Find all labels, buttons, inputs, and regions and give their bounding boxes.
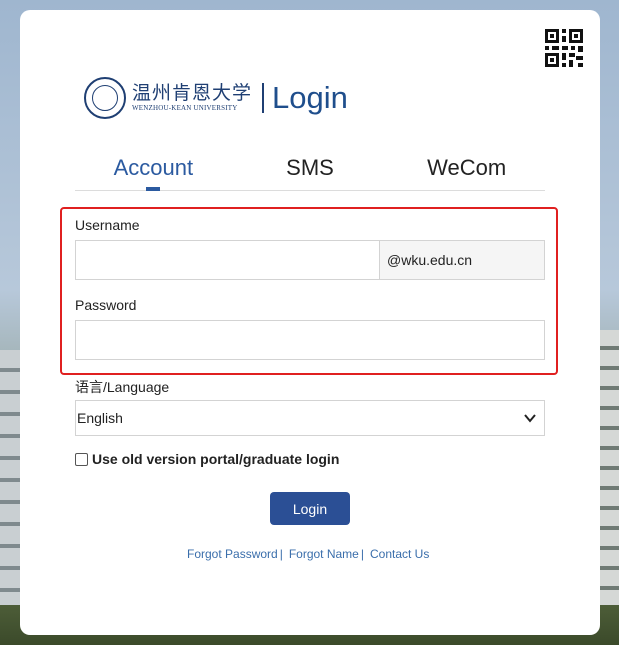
username-label: Username (75, 217, 140, 233)
language-select[interactable]: English (75, 400, 545, 436)
contact-us-link[interactable]: Contact Us (370, 547, 429, 561)
language-label: 语言/Language (75, 379, 170, 395)
link-separator: | (279, 547, 283, 561)
username-input[interactable] (75, 240, 380, 280)
brand-header: 温州肯恩大学 WENZHOU-KEAN UNIVERSITY Login (84, 76, 348, 120)
brand-english-name: WENZHOU-KEAN UNIVERSITY (132, 104, 238, 112)
login-method-tabs: Account SMS WeCom (75, 155, 545, 191)
username-domain-suffix: @wku.edu.cn (379, 240, 545, 280)
forgot-password-link[interactable]: Forgot Password (187, 547, 278, 561)
help-links: Forgot Password | Forgot Name | Contact Us (187, 547, 429, 561)
tab-account[interactable]: Account (75, 155, 232, 191)
old-version-label[interactable]: Use old version portal/graduate login (92, 451, 339, 467)
link-separator: | (360, 547, 364, 561)
qr-code-icon[interactable] (545, 29, 583, 67)
password-input[interactable] (75, 320, 545, 360)
university-seal-icon (84, 77, 126, 119)
old-version-checkbox[interactable] (75, 452, 88, 466)
page-title: Login (272, 80, 348, 115)
brand-logo-text: 温州肯恩大学 WENZHOU-KEAN UNIVERSITY (132, 83, 252, 113)
language-selected-value: English (77, 410, 123, 426)
brand-divider (262, 83, 265, 113)
login-card: 温州肯恩大学 WENZHOU-KEAN UNIVERSITY Login Acc… (20, 10, 600, 635)
forgot-name-link[interactable]: Forgot Name (289, 547, 359, 561)
password-label: Password (75, 297, 137, 313)
tab-wecom[interactable]: WeCom (388, 155, 545, 190)
login-button[interactable]: Login (270, 492, 350, 525)
brand-chinese-name: 温州肯恩大学 (132, 82, 253, 104)
old-version-option: Use old version portal/graduate login (75, 451, 339, 467)
chevron-down-icon (524, 414, 536, 423)
tab-sms[interactable]: SMS (232, 155, 389, 190)
background-building-left (0, 350, 22, 645)
